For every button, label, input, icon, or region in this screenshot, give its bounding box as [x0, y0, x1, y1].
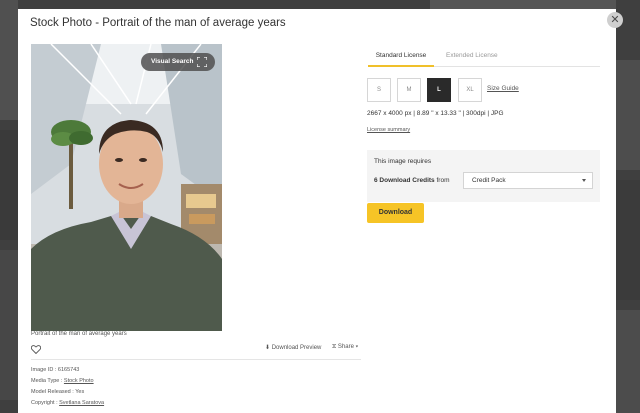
- expand-icon: [197, 57, 207, 67]
- share-label: Share: [337, 344, 354, 350]
- image-id-value: 6165743: [57, 367, 80, 373]
- license-summary-link[interactable]: License summary: [367, 127, 410, 133]
- visual-search-button[interactable]: Visual Search: [141, 53, 215, 71]
- copyright-label: Copyright :: [31, 400, 60, 406]
- divider: [31, 359, 361, 360]
- background-thumbnail: [0, 250, 18, 400]
- size-button-s[interactable]: S: [367, 78, 391, 102]
- model-released-value: Yes: [75, 389, 85, 395]
- modal-title: Stock Photo - Portrait of the man of ave…: [30, 17, 286, 29]
- copyright-row: Copyright : Svetlana Saratova: [31, 400, 104, 406]
- download-icon: ⬇: [265, 345, 271, 351]
- photo-caption: Portrait of the man of average years: [31, 331, 127, 337]
- portrait-image: [31, 44, 222, 331]
- credits-panel: This image requires 6 Download Credits f…: [367, 150, 600, 202]
- share-button[interactable]: ⧖ Share ▾: [332, 344, 358, 351]
- chevron-down-icon: [582, 179, 586, 182]
- license-tabs: Standard License Extended License: [368, 49, 600, 67]
- payment-option-select[interactable]: Credit Pack: [463, 172, 593, 189]
- credits-amount: 6 Download Credits: [374, 177, 435, 184]
- share-icon: ⧖: [332, 344, 337, 350]
- model-released-row: Model Released : Yes: [31, 389, 84, 395]
- requires-title: This image requires: [374, 158, 432, 165]
- image-spec: 2667 x 4000 px | 8.89 " x 13.33 " | 300d…: [367, 110, 504, 117]
- size-button-xl[interactable]: XL: [458, 78, 482, 102]
- image-detail-modal: Stock Photo - Portrait of the man of ave…: [18, 9, 616, 413]
- model-released-label: Model Released :: [31, 389, 76, 395]
- visual-search-label: Visual Search: [151, 58, 194, 65]
- image-id-row: Image ID : 6165743: [31, 367, 79, 373]
- payment-option-value: Credit Pack: [472, 177, 506, 184]
- chevron-down-icon: ▾: [355, 344, 359, 350]
- credits-line: 6 Download Credits from: [374, 177, 450, 184]
- media-type-link[interactable]: Stock Photo: [64, 378, 94, 384]
- close-icon[interactable]: ✕: [607, 12, 623, 28]
- download-button[interactable]: Download: [367, 203, 424, 223]
- download-preview-label: Download Preview: [271, 345, 322, 351]
- size-button-m[interactable]: M: [397, 78, 421, 102]
- size-guide-link[interactable]: Size Guide: [487, 85, 519, 92]
- download-preview-link[interactable]: ⬇ Download Preview: [265, 344, 321, 351]
- background-thumbnail: [0, 0, 18, 120]
- tab-extended-license[interactable]: Extended License: [446, 52, 498, 59]
- background-thumbnail: [616, 60, 640, 170]
- tab-standard-license[interactable]: Standard License: [368, 52, 434, 67]
- stock-photo[interactable]: Visual Search: [31, 44, 222, 331]
- heart-icon[interactable]: [31, 345, 41, 354]
- background-thumbnail: [616, 310, 640, 413]
- media-type-row: Media Type : Stock Photo: [31, 378, 94, 384]
- copyright-link[interactable]: Svetlana Saratova: [59, 400, 104, 406]
- credits-from: from: [436, 177, 450, 184]
- media-type-label: Media Type :: [31, 378, 64, 384]
- background-thumbnail: [0, 130, 18, 240]
- background-thumbnail: [616, 180, 640, 300]
- size-button-l[interactable]: L: [427, 78, 451, 102]
- image-id-label: Image ID :: [31, 367, 58, 373]
